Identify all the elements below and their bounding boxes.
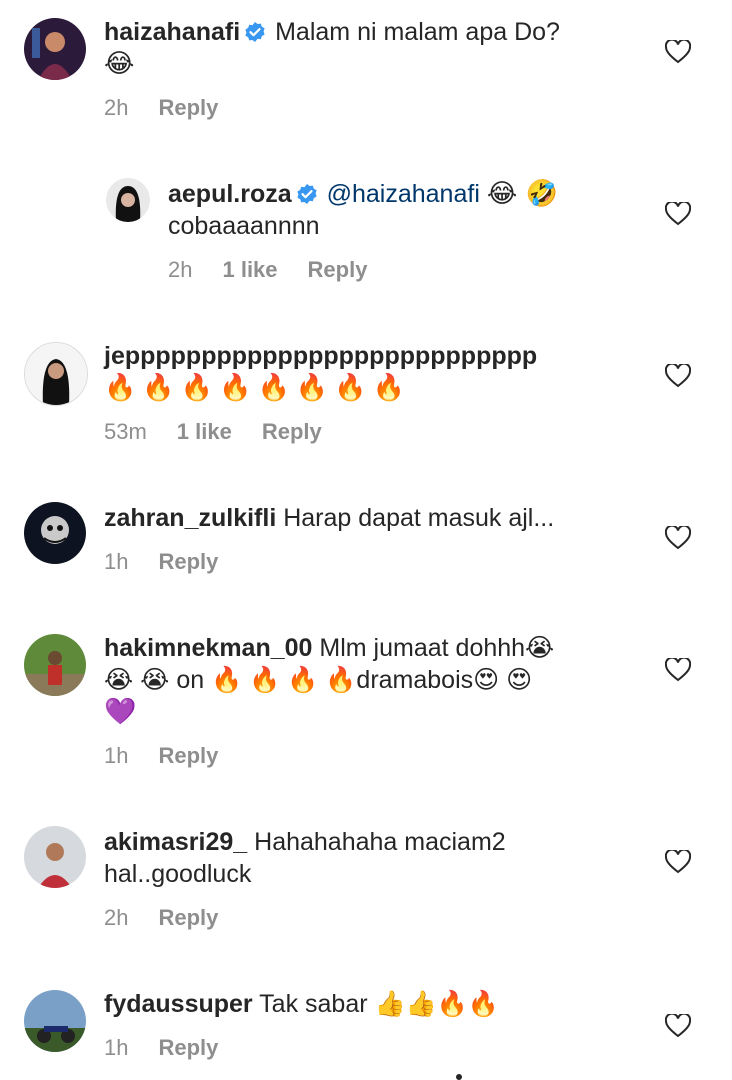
heart-outline-icon[interactable] — [665, 1014, 691, 1038]
comment-haizahanafi: haizahanafi Malam ni malam apa Do? 😂 2h R… — [0, 0, 732, 140]
comment-hakimnekman: hakimnekman_00 Mlm jumaat dohhh😭 😭 😭 on … — [0, 612, 732, 792]
comment-text-line2: hal..goodluck — [104, 860, 252, 888]
comment-time: 1h — [104, 549, 129, 574]
comment-jepp: jeppppppppppppppppppppppppppp 🔥🔥🔥🔥🔥🔥🔥🔥 5… — [0, 320, 732, 460]
avatar[interactable] — [24, 342, 88, 406]
next-comment-fragment — [456, 1074, 462, 1080]
reply-button[interactable]: Reply — [158, 95, 218, 120]
comment-text: Tak sabar 👍👍🔥🔥 — [259, 990, 500, 1018]
avatar[interactable] — [106, 178, 150, 222]
comment-text: cobaaaannnn — [168, 212, 320, 240]
comment-text: Mlm jumaat dohhh😭 — [319, 634, 555, 662]
verified-badge-icon — [296, 183, 318, 205]
avatar[interactable] — [24, 18, 86, 80]
username[interactable]: zahran_zulkifli — [104, 504, 276, 532]
reply-button[interactable]: Reply — [158, 1035, 218, 1060]
comment-time: 1h — [104, 743, 129, 768]
reply-button[interactable]: Reply — [262, 419, 322, 444]
comment-time: 53m — [104, 419, 147, 444]
comment-text: Hahahahaha maciam2 — [254, 828, 506, 856]
comment-emoji: 😂 🤣 — [486, 179, 558, 209]
username[interactable]: fydaussuper — [104, 990, 253, 1018]
comment-fydaussuper: fydaussuper Tak sabar 👍👍🔥🔥 1h Reply — [0, 968, 732, 1080]
comment-time: 2h — [104, 905, 129, 930]
heart-outline-icon[interactable] — [665, 526, 691, 550]
comment-time: 2h — [168, 257, 193, 282]
avatar[interactable] — [24, 502, 86, 564]
comment-text: Harap dapat masuk ajl... — [283, 504, 555, 532]
reply-button[interactable]: Reply — [158, 743, 218, 768]
username[interactable]: hakimnekman_00 — [104, 634, 312, 662]
avatar[interactable] — [24, 826, 86, 888]
likes-count[interactable]: 1 like — [177, 419, 232, 444]
mention-link[interactable]: @haizahanafi — [327, 180, 480, 208]
comment-time: 1h — [104, 1035, 129, 1060]
comment-time: 2h — [104, 95, 129, 120]
comment-emoji: 🔥🔥🔥🔥🔥🔥🔥🔥 — [104, 373, 411, 403]
avatar[interactable] — [24, 634, 86, 696]
reply-button[interactable]: Reply — [308, 257, 368, 282]
likes-count[interactable]: 1 like — [222, 257, 277, 282]
avatar[interactable] — [24, 990, 86, 1052]
comment-aepul-roza: aepul.roza @haizahanafi 😂 🤣 cobaaaannnn … — [0, 160, 732, 300]
verified-badge-icon — [244, 21, 266, 43]
heart-outline-icon[interactable] — [665, 40, 691, 64]
username[interactable]: jeppppppppppppppppppppppppppp — [104, 342, 537, 370]
reply-button[interactable]: Reply — [158, 549, 218, 574]
reply-button[interactable]: Reply — [158, 905, 218, 930]
username[interactable]: haizahanafi — [104, 18, 240, 46]
comment-emoji: 😂 — [104, 49, 135, 79]
comment-text-line2: 😭 😭 on 🔥 🔥 🔥 🔥dramabois😍 😍 — [104, 666, 533, 694]
username[interactable]: akimasri29_ — [104, 828, 247, 856]
comment-text: Malam ni malam apa Do? — [275, 18, 560, 46]
username[interactable]: aepul.roza — [168, 180, 292, 208]
heart-outline-icon[interactable] — [665, 850, 691, 874]
heart-outline-icon[interactable] — [665, 202, 691, 226]
heart-outline-icon[interactable] — [665, 364, 691, 388]
comment-akimasri29: akimasri29_ Hahahahaha maciam2 hal..good… — [0, 806, 732, 956]
heart-outline-icon[interactable] — [665, 658, 691, 682]
comment-emoji: 💜 — [104, 697, 137, 727]
comment-zahran-zulkifli: zahran_zulkifli Harap dapat masuk ajl...… — [0, 480, 732, 600]
